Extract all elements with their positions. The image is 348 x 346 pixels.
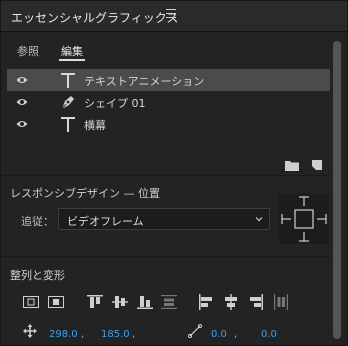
align-bottom-icon[interactable] (137, 294, 153, 310)
layer-row-text-animation[interactable]: テキストアニメーション (7, 69, 330, 91)
panel-title: エッセンシャルグラフィックス (11, 11, 179, 25)
chevron-down-icon (255, 217, 263, 222)
active-tab-underline (59, 59, 85, 61)
anchor-x-value[interactable]: 0.0 (211, 329, 227, 340)
distribute-vertical-icon[interactable] (161, 294, 177, 310)
align-left-icon[interactable] (198, 294, 214, 310)
align-horizontal-center-icon[interactable] (223, 294, 239, 310)
distribute-horizontal-icon[interactable] (273, 294, 289, 310)
text-layer-icon (61, 117, 75, 132)
align-right-icon[interactable] (248, 294, 264, 310)
move-position-icon (23, 324, 37, 338)
section-divider (1, 175, 329, 176)
new-layer-icon[interactable] (310, 159, 324, 171)
comma-separator: , (81, 329, 85, 340)
align-to-video-frame-icon[interactable] (23, 294, 39, 310)
position-y-value[interactable]: 185.0 (101, 329, 130, 340)
hamburger-menu-icon[interactable] (166, 9, 176, 19)
align-transform-title: 整列と変形 (10, 269, 65, 282)
layer-name: 横幕 (84, 119, 106, 132)
eye-icon[interactable] (16, 119, 28, 129)
align-top-icon[interactable] (87, 294, 103, 310)
layer-name: テキストアニメーション (84, 75, 205, 88)
follow-label: 追従： (21, 215, 54, 228)
panel-header: エッセンシャルグラフィックス (1, 1, 347, 31)
follow-dropdown-value: ビデオフレーム (67, 215, 144, 228)
comma-separator: , (132, 329, 136, 340)
header-divider (1, 31, 347, 32)
new-folder-icon[interactable] (285, 159, 299, 171)
layer-list: テキストアニメーション シェイプ 01 横幕 (7, 69, 330, 135)
align-vertical-center-icon[interactable] (112, 294, 128, 310)
pin-to-edges-icon[interactable] (279, 194, 329, 244)
pen-shape-icon (61, 96, 74, 110)
comma-separator: , (234, 329, 238, 340)
position-x-value[interactable]: 298.0 (49, 329, 78, 340)
eye-icon[interactable] (16, 75, 28, 85)
anchor-point-icon (188, 324, 202, 338)
layer-name: シェイプ 01 (84, 97, 146, 110)
anchor-y-value[interactable]: 0.0 (261, 329, 277, 340)
follow-dropdown[interactable]: ビデオフレーム (58, 208, 270, 230)
section-divider (1, 256, 329, 257)
scrollbar-thumb[interactable] (333, 41, 341, 339)
align-to-selection-icon[interactable] (48, 294, 64, 310)
responsive-design-title: レスポンシブデザイン — 位置 (10, 187, 160, 200)
layer-row-shape[interactable]: シェイプ 01 (7, 91, 330, 113)
eye-icon[interactable] (16, 97, 28, 107)
text-layer-icon (61, 73, 75, 88)
tab-edit[interactable]: 編集 (61, 43, 83, 59)
layer-row-banner[interactable]: 横幕 (7, 113, 330, 135)
essential-graphics-panel: エッセンシャルグラフィックス 参照 編集 テキストアニメーション シェイプ 01… (0, 0, 348, 346)
tab-browse[interactable]: 参照 (17, 43, 39, 59)
